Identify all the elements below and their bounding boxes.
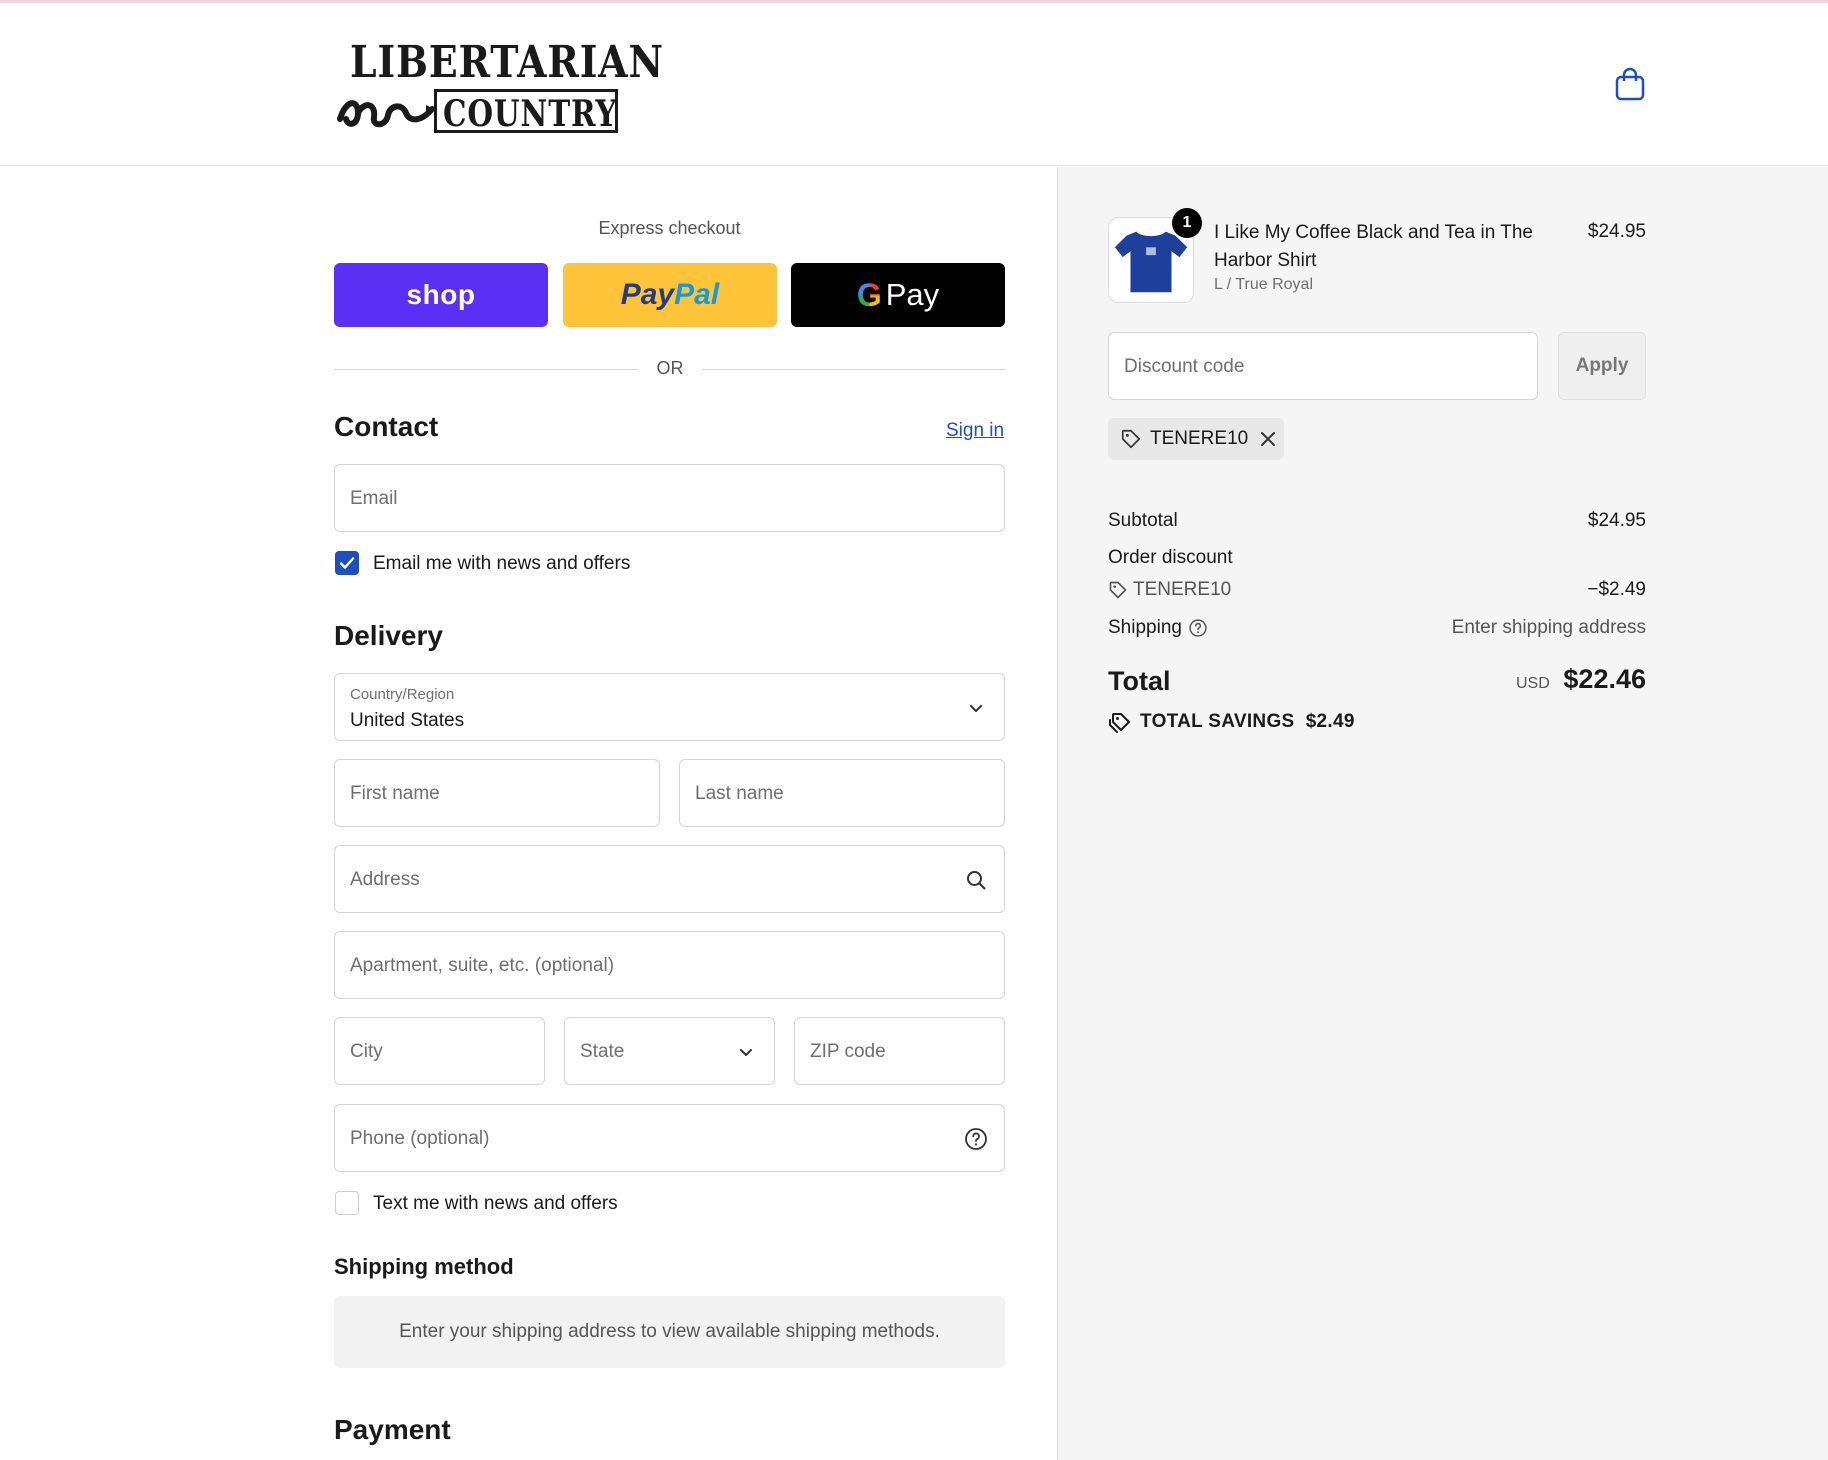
city-placeholder: City [350,1041,383,1062]
chevron-down-icon [970,705,982,712]
address-field[interactable]: Address [334,845,1005,913]
state-select[interactable]: State [564,1017,775,1085]
country-select[interactable]: Country/Region United States [334,673,1005,741]
apartment-field[interactable]: Apartment, suite, etc. (optional) [334,931,1005,999]
discount-value: −$2.49 [1587,579,1646,600]
help-circle-icon[interactable] [964,1127,988,1151]
store-logo[interactable]: LIBERTARIAN COUNTRY [334,33,663,135]
product-name: I Like My Coffee Black and Tea in The Ha… [1214,222,1533,271]
phone-field[interactable]: Phone (optional) [334,1104,1005,1172]
last-name-field[interactable]: Last name [679,759,1005,827]
email-news-label: Email me with news and offers [373,553,631,574]
help-circle-icon[interactable] [1188,618,1208,638]
or-divider-left [334,369,638,370]
discount-code-placeholder: Discount code [1124,356,1245,377]
country-value: United States [350,710,465,731]
text-news-label: Text me with news and offers [373,1193,618,1214]
city-field[interactable]: City [334,1017,545,1085]
phone-placeholder: Phone (optional) [350,1128,490,1149]
savings-tag-icon [1109,713,1130,733]
paypal-label-2: Pal [674,278,720,311]
header: LIBERTARIAN COUNTRY [0,3,1828,166]
address-placeholder: Address [350,869,420,890]
total-label: Total [1108,666,1171,696]
shopping-bag-icon[interactable] [1614,67,1646,101]
total-value: $22.46 [1563,664,1646,694]
product-variant: L / True Royal [1214,276,1314,293]
express-checkout-title: Express checkout [598,218,741,238]
apply-discount-button[interactable]: Apply [1558,332,1646,400]
apartment-placeholder: Apartment, suite, etc. (optional) [350,955,615,976]
applied-code-text: TENERE10 [1150,428,1249,449]
email-placeholder: Email [350,488,398,509]
total-currency: USD [1516,675,1550,692]
close-icon[interactable] [1258,428,1278,450]
payment-heading: Payment [334,1414,451,1445]
search-icon[interactable] [964,868,988,892]
applied-discount-chip: TENERE10 [1108,418,1284,460]
total-savings: TOTAL SAVINGS $2.49 [1140,711,1355,733]
zip-code-placeholder: ZIP code [810,1041,886,1062]
shop-pay-label: shop [406,279,476,310]
delivery-heading: Delivery [334,620,443,651]
product-price: $24.95 [1587,221,1646,242]
tag-icon [1109,581,1127,599]
or-label: OR [656,358,684,378]
sign-in-link[interactable]: Sign in [946,420,1004,442]
snake-icon [337,100,435,128]
shipping-method-info: Enter your shipping address to view avai… [334,1296,1005,1368]
subtotal-label: Subtotal [1108,510,1178,531]
or-divider-right [702,369,1005,370]
country-label: Country/Region [350,686,455,703]
shipping-value: Enter shipping address [1451,617,1646,638]
shop-pay-button[interactable]: shop [334,263,548,327]
google-pay-button[interactable]: G Pay [791,263,1005,327]
shipping-method-heading: Shipping method [334,1254,514,1279]
first-name-field[interactable]: First name [334,759,660,827]
logo-line-1: LIBERTARIAN [350,37,664,88]
discount-code-field[interactable]: Discount code [1108,332,1538,400]
shipping-label: Shipping [1108,617,1182,638]
google-g-icon: G [856,276,882,313]
total-savings-label: TOTAL SAVINGS [1140,711,1295,732]
zip-code-field[interactable]: ZIP code [794,1017,1005,1085]
text-news-checkbox[interactable] [335,1191,359,1215]
logo-box: COUNTRY [434,89,618,135]
tag-icon [1121,429,1141,449]
logo-line-2: COUNTRY [443,93,618,135]
contact-heading: Contact [334,411,439,442]
first-name-placeholder: First name [350,783,440,804]
subtotal-value: $24.95 [1587,510,1646,531]
paypal-label-1: Pay [620,278,675,311]
order-discount-label: Order discount [1108,547,1233,568]
quantity-badge: 1 [1172,208,1202,238]
chevron-down-icon [740,1049,752,1056]
paypal-button[interactable]: Pay Pal [563,263,777,327]
last-name-placeholder: Last name [695,783,784,804]
email-field[interactable]: Email [334,464,1005,532]
total-savings-value: $2.49 [1305,711,1355,732]
checkmark-icon [339,557,355,569]
discount-code-label: TENERE10 [1133,579,1232,600]
email-news-checkbox[interactable] [335,551,359,575]
state-placeholder: State [580,1041,625,1062]
google-pay-label: Pay [885,277,940,312]
